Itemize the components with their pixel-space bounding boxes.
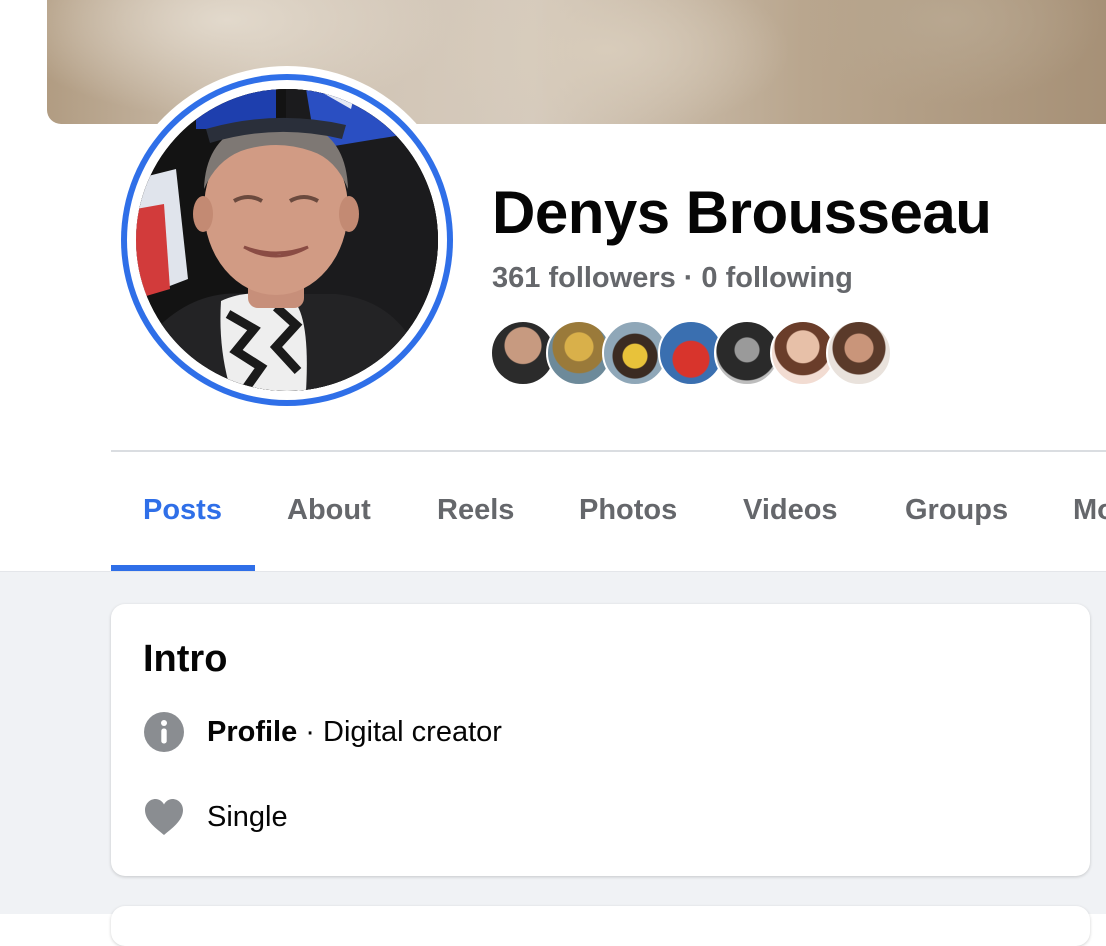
tab-about[interactable]: About	[287, 494, 371, 527]
heart-icon	[143, 796, 185, 838]
avatar-photo	[136, 89, 438, 391]
next-card	[111, 906, 1090, 946]
intro-row-relationship: Single	[143, 796, 288, 838]
profile-type-label: Profile	[207, 715, 298, 748]
relationship-status: Single	[207, 800, 288, 833]
follower-avatar[interactable]	[826, 320, 892, 386]
follow-stats: 361 followers · 0 following	[492, 262, 853, 295]
following-count-link[interactable]: 0 following	[701, 262, 852, 294]
profile-avatar[interactable]	[113, 66, 461, 414]
tab-reels[interactable]: Reels	[437, 494, 514, 527]
intro-card: Intro Profile · Digital creator Single	[111, 604, 1090, 876]
tab-more[interactable]: Mo	[1073, 494, 1106, 527]
tab-groups[interactable]: Groups	[905, 494, 1008, 527]
profile-tabs: Posts About Reels Photos Videos Groups M…	[111, 452, 1106, 572]
tab-photos[interactable]: Photos	[579, 494, 677, 527]
profile-name: Denys Brousseau	[492, 179, 992, 246]
avatar-illustration	[136, 89, 438, 391]
separator-dot: ·	[683, 262, 694, 294]
followers-count-link[interactable]: 361 followers	[492, 262, 676, 294]
info-icon	[143, 711, 185, 753]
intro-title: Intro	[143, 638, 228, 680]
intro-row-category: Profile · Digital creator	[143, 711, 502, 753]
category-text: · Digital creator	[297, 715, 502, 748]
follower-avatars	[490, 320, 910, 386]
story-ring	[121, 74, 453, 406]
tab-videos[interactable]: Videos	[743, 494, 838, 527]
tab-posts[interactable]: Posts	[143, 494, 222, 527]
